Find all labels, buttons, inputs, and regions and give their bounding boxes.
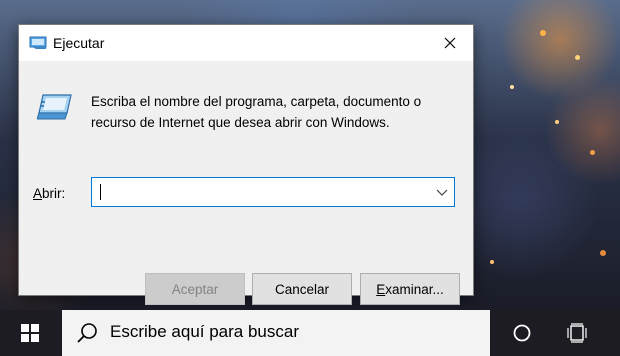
search-placeholder: Escribe aquí para buscar bbox=[110, 322, 299, 341]
cortana-button[interactable] bbox=[500, 310, 544, 356]
open-label: Abrir: bbox=[33, 186, 66, 201]
text-caret bbox=[100, 184, 101, 200]
windows-logo-icon bbox=[21, 324, 39, 342]
start-button[interactable] bbox=[0, 310, 60, 356]
chevron-down-icon[interactable] bbox=[436, 187, 448, 197]
browse-button[interactable]: Examinar... bbox=[360, 273, 460, 305]
dialog-description: Escriba el nombre del programa, carpeta,… bbox=[91, 94, 422, 130]
dialog-body: Escriba el nombre del programa, carpeta,… bbox=[19, 61, 473, 305]
search-icon bbox=[77, 323, 97, 343]
taskbar-search-box[interactable]: Escribe aquí para buscar bbox=[62, 310, 490, 356]
task-view-icon bbox=[567, 323, 587, 343]
cancel-button[interactable]: Cancelar bbox=[252, 273, 352, 305]
close-icon bbox=[444, 37, 456, 49]
run-dialog: Ejecutar Escriba el nombre del programa,… bbox=[18, 24, 474, 305]
close-button[interactable] bbox=[427, 25, 473, 61]
taskbar: Escribe aquí para buscar bbox=[0, 310, 620, 356]
cortana-icon bbox=[513, 324, 531, 342]
run-icon bbox=[29, 36, 47, 49]
run-icon bbox=[37, 94, 72, 120]
dialog-titlebar[interactable]: Ejecutar bbox=[19, 25, 473, 61]
open-combobox[interactable] bbox=[91, 177, 455, 207]
dialog-title: Ejecutar bbox=[53, 35, 105, 51]
open-input[interactable] bbox=[96, 181, 434, 203]
ok-button[interactable]: Aceptar bbox=[145, 273, 245, 305]
task-view-button[interactable] bbox=[556, 310, 600, 356]
